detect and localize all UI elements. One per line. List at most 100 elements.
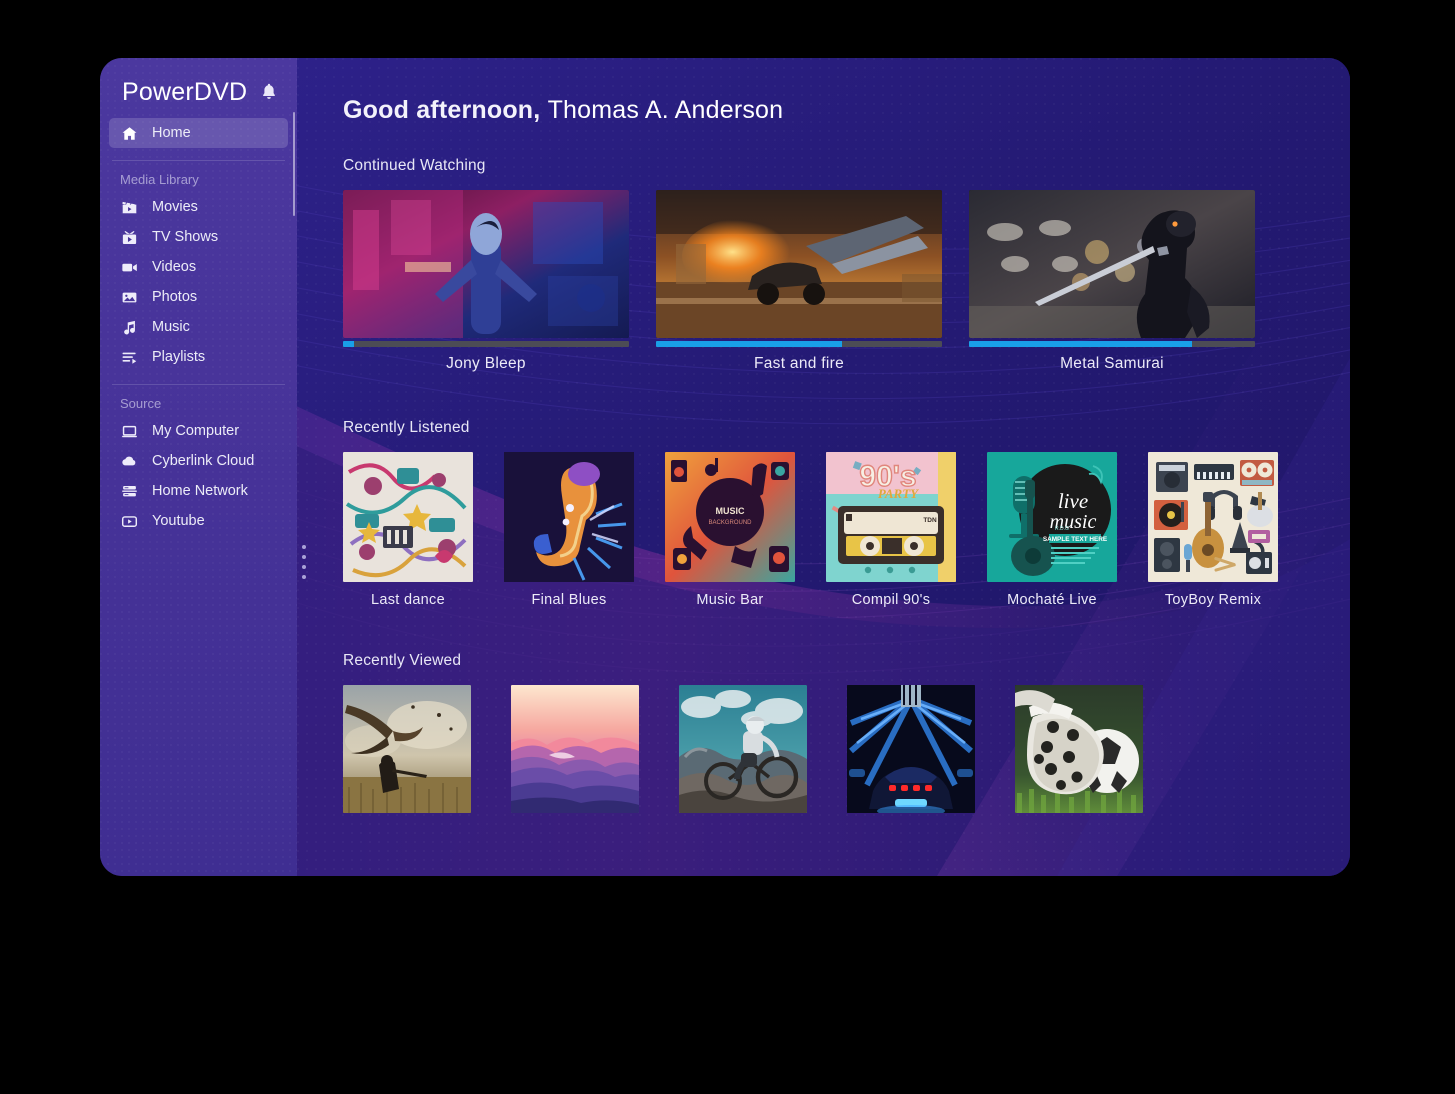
continued-watching-card[interactable]: Metal Samurai bbox=[969, 190, 1255, 373]
media-title: Fast and fire bbox=[753, 355, 845, 372]
continued-watching-card[interactable]: Jony Bleep bbox=[343, 190, 629, 373]
sidebar-item-label: My Computer bbox=[152, 423, 240, 439]
app-title: PowerDVD bbox=[122, 77, 248, 106]
neon-man-thumb[interactable] bbox=[343, 190, 629, 338]
powerdvd-window: PowerDVD Home Media Library Movies TV Sh… bbox=[100, 58, 1350, 876]
progress-bar[interactable] bbox=[656, 341, 942, 347]
svg-text:SAMPLE TEXT HERE: SAMPLE TEXT HERE bbox=[1043, 536, 1108, 543]
album-title: Final Blues bbox=[531, 592, 607, 608]
sidebar-group-media-library: Media Library bbox=[120, 172, 199, 187]
sidebar-item-my-computer[interactable]: My Computer bbox=[109, 416, 288, 446]
svg-text:R.D.G: R.D.G bbox=[1055, 526, 1069, 532]
screen: PowerDVD Home Media Library Movies TV Sh… bbox=[0, 0, 1455, 1094]
home-icon bbox=[120, 124, 139, 143]
album-title: Music Bar bbox=[696, 592, 764, 608]
sidebar-item-label: Photos bbox=[152, 289, 198, 305]
dragon-photo[interactable] bbox=[343, 685, 471, 813]
continued-watching-row: Jony Bleep Fast and fire Metal Samurai bbox=[343, 190, 1350, 373]
sidebar-item-label: Home Network bbox=[152, 483, 248, 499]
laptop-icon bbox=[120, 422, 139, 441]
sidebar-item-label: Cyberlink Cloud bbox=[152, 453, 255, 469]
cassette-90s-album[interactable]: 90's PARTY TDN bbox=[826, 452, 956, 582]
progress-bar[interactable] bbox=[969, 341, 1255, 347]
sidebar-item-home-network[interactable]: Home Network bbox=[109, 476, 288, 506]
mountain-biker-photo[interactable] bbox=[679, 685, 807, 813]
doodle-album[interactable] bbox=[343, 452, 473, 582]
album-title: Last dance bbox=[371, 592, 445, 608]
sidebar-item-playlists[interactable]: Playlists bbox=[109, 342, 288, 372]
handle-dot bbox=[302, 555, 306, 559]
handle-dot bbox=[302, 545, 306, 549]
user-name: Thomas A. Anderson bbox=[547, 96, 784, 124]
handle-dot bbox=[302, 565, 306, 569]
album-card[interactable]: Final Blues bbox=[504, 452, 634, 608]
sidebar-item-label: Movies bbox=[152, 199, 198, 215]
sidebar-item-label: TV Shows bbox=[152, 229, 219, 245]
album-card[interactable]: MUSIC BACKGROUND Music Bar bbox=[665, 452, 795, 608]
sidebar-item-label: Videos bbox=[152, 259, 197, 275]
clapperboard-icon bbox=[120, 198, 139, 217]
tv-icon bbox=[120, 228, 139, 247]
youtube-icon bbox=[120, 512, 139, 531]
sidebar: PowerDVD Home Media Library Movies TV Sh… bbox=[100, 58, 297, 876]
sidebar-header: PowerDVD bbox=[100, 68, 297, 110]
album-card[interactable]: live music SAMPLE TEXT HERE R.D.G Mochat… bbox=[987, 452, 1117, 608]
music-note-icon bbox=[120, 318, 139, 337]
live-music-album[interactable]: live music SAMPLE TEXT HERE R.D.G bbox=[987, 452, 1117, 582]
section-title-recently-listened: Recently Listened bbox=[343, 419, 470, 436]
sidebar-item-tv-shows[interactable]: TV Shows bbox=[109, 222, 288, 252]
sidebar-item-movies[interactable]: Movies bbox=[109, 192, 288, 222]
svg-text:live: live bbox=[1058, 489, 1088, 513]
sidebar-item-cyberlink-cloud[interactable]: Cyberlink Cloud bbox=[109, 446, 288, 476]
media-title: Metal Samurai bbox=[1060, 355, 1164, 372]
progress-bar[interactable] bbox=[343, 341, 629, 347]
sidebar-item-videos[interactable]: Videos bbox=[109, 252, 288, 282]
video-camera-icon bbox=[120, 258, 139, 277]
saxophone-album[interactable] bbox=[504, 452, 634, 582]
page-title: Good afternoon, Thomas A. Anderson bbox=[343, 96, 1350, 125]
content-area: Good afternoon, Thomas A. Anderson Conti… bbox=[297, 58, 1350, 813]
mountain-sunset-photo[interactable] bbox=[511, 685, 639, 813]
sidebar-item-label: Youtube bbox=[152, 513, 205, 529]
cloud-icon bbox=[120, 452, 139, 471]
sidebar-resize-handle[interactable] bbox=[302, 545, 308, 579]
server-icon bbox=[120, 482, 139, 501]
section-title-recently-viewed: Recently Viewed bbox=[343, 652, 462, 669]
section-title-continued-watching: Continued Watching bbox=[343, 157, 486, 174]
svg-text:PARTY: PARTY bbox=[878, 486, 919, 501]
soccer-boot-photo[interactable] bbox=[1015, 685, 1143, 813]
sidebar-item-youtube[interactable]: Youtube bbox=[109, 506, 288, 536]
album-title: Mochaté Live bbox=[1007, 592, 1097, 608]
instruments-album[interactable] bbox=[1148, 452, 1278, 582]
svg-text:BACKGROUND: BACKGROUND bbox=[708, 520, 752, 526]
svg-text:TDN: TDN bbox=[923, 517, 937, 524]
sidebar-item-label: Home bbox=[152, 125, 191, 141]
music-bar-album[interactable]: MUSIC BACKGROUND bbox=[665, 452, 795, 582]
album-title: Compil 90's bbox=[851, 592, 931, 608]
continued-watching-card[interactable]: Fast and fire bbox=[656, 190, 942, 373]
sidebar-scrollbar[interactable] bbox=[293, 112, 295, 216]
svg-text:MUSIC: MUSIC bbox=[716, 506, 746, 516]
car-chase-thumb[interactable] bbox=[656, 190, 942, 338]
photo-icon bbox=[120, 288, 139, 307]
sidebar-item-home[interactable]: Home bbox=[109, 118, 288, 148]
samurai-thumb[interactable] bbox=[969, 190, 1255, 338]
sidebar-item-music[interactable]: Music bbox=[109, 312, 288, 342]
album-title: ToyBoy Remix bbox=[1164, 592, 1262, 608]
sidebar-nav: Home Media Library Movies TV Shows Video… bbox=[100, 118, 297, 536]
sidebar-item-label: Music bbox=[152, 319, 190, 335]
sidebar-item-photos[interactable]: Photos bbox=[109, 282, 288, 312]
playlist-icon bbox=[120, 348, 139, 367]
main-content: Good afternoon, Thomas A. Anderson Conti… bbox=[297, 58, 1350, 876]
album-card[interactable]: ToyBoy Remix bbox=[1148, 452, 1278, 608]
blue-car-tunnel-photo[interactable] bbox=[847, 685, 975, 813]
sidebar-divider-2 bbox=[112, 384, 285, 385]
recently-listened-row: Last dance Final Blues MUSIC BACKGROUND … bbox=[343, 452, 1350, 608]
album-card[interactable]: 90's PARTY TDN Compil 90's bbox=[826, 452, 956, 608]
album-card[interactable]: Last dance bbox=[343, 452, 473, 608]
bell-icon[interactable] bbox=[261, 83, 277, 101]
media-title: Jony Bleep bbox=[446, 355, 526, 372]
sidebar-divider-1 bbox=[112, 160, 285, 161]
handle-dot bbox=[302, 575, 306, 579]
recently-viewed-row bbox=[343, 685, 1350, 813]
